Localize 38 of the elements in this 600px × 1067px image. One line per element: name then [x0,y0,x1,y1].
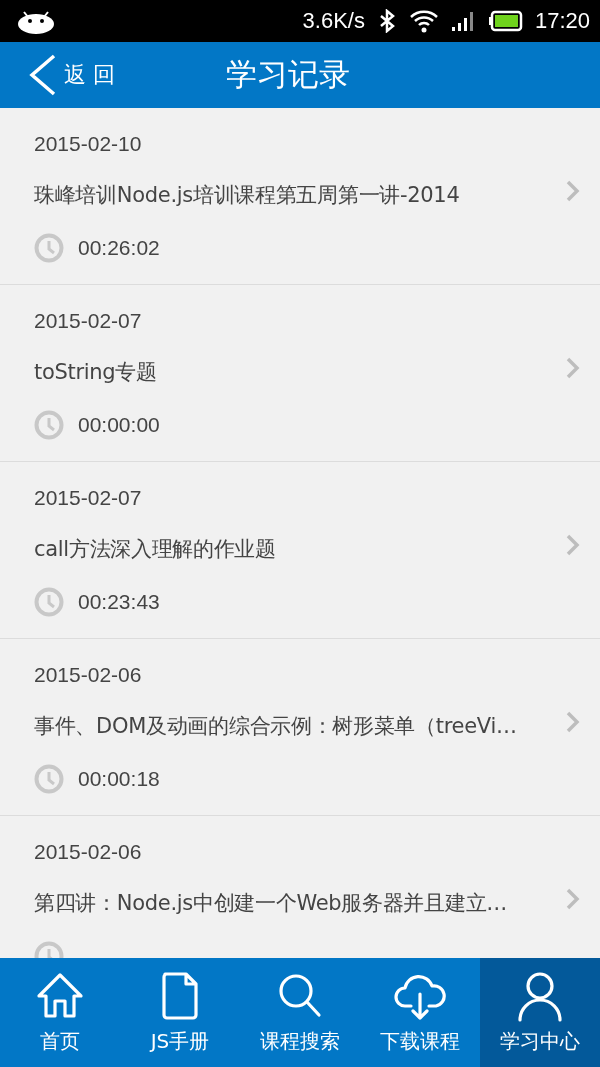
clock-icon [34,764,64,794]
record-date: 2015-02-07 [34,309,143,334]
chevron-right-icon [566,888,580,910]
battery-icon [488,10,523,32]
record-title: 事件、DOM及动画的综合示例：树形菜单（treeVi… [34,713,517,740]
page-title: 学习记录 [226,55,350,94]
chevron-right-icon [566,357,580,379]
record-row[interactable]: 2015-02-07 toString专题 00:00:00 [0,285,600,462]
record-date: 2015-02-06 [34,663,143,688]
clock-time: 17:20 [534,8,590,34]
tab-item[interactable]: 课程搜索 [240,958,360,1067]
record-row[interactable]: 2015-02-06 事件、DOM及动画的综合示例：树形菜单（treeVi… 00:00:18 [0,639,600,816]
record-duration: 00:26:02 [78,236,160,260]
back-button[interactable]: 返 回 [26,54,115,96]
record-title: 珠峰培训Node.js培训课程第五周第一讲-2014 [34,182,460,209]
record-date: 2015-02-07 [34,486,143,511]
network-speed: 3.6K/s [302,8,365,34]
clock-icon [34,410,64,440]
tab-item[interactable]: 下载课程 [360,958,480,1067]
chevron-right-icon [566,180,580,202]
record-row[interactable]: 2015-02-10 珠峰培训Node.js培训课程第五周第一讲-2014 00:26:02 [0,108,600,285]
record-duration: 00:23:43 [78,590,160,614]
record-title: call方法深入理解的作业题 [34,536,276,563]
record-date: 2015-02-06 [34,840,143,865]
record-row[interactable]: 2015-02-07 call方法深入理解的作业题 00:23:43 [0,462,600,639]
record-title: toString专题 [34,359,157,386]
record-duration: 00:00:00 [78,413,160,437]
tab-item[interactable]: JS手册 [120,958,240,1067]
chevron-right-icon [566,711,580,733]
chevron-right-icon [566,534,580,556]
clock-icon [34,233,64,263]
tab-item[interactable]: 首页 [0,958,120,1067]
record-title: 第四讲：Node.js中创建一个Web服务器并且建立… [34,890,507,917]
wifi-icon [408,9,439,33]
record-duration: 00:00:18 [78,767,160,791]
clock-icon [34,587,64,617]
record-date: 2015-02-10 [34,132,143,157]
tab-item[interactable]: 学习中心 [480,958,600,1067]
